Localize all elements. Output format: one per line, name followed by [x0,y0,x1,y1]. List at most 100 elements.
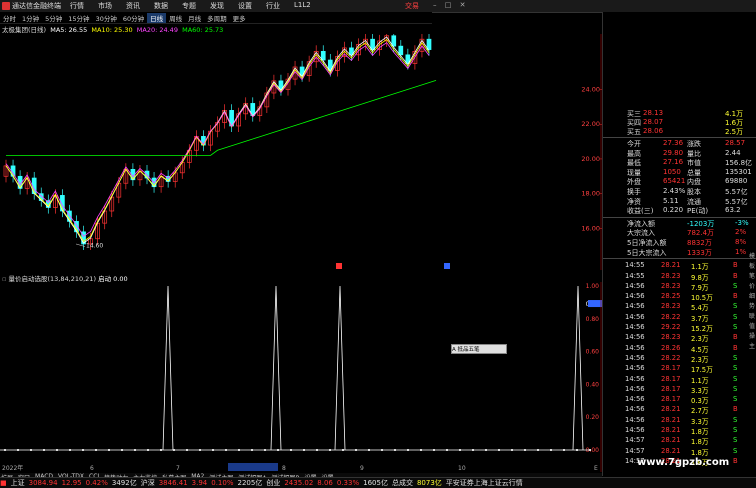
menu-item-7[interactable]: 行业 [266,1,280,11]
period-tab-6[interactable]: 日线 [147,12,167,23]
tick-time: 14:56 [625,333,645,342]
sidebar-tab-3[interactable]: 细 [749,292,756,302]
candlestick-chart[interactable]: 24.00 22.00 20.00 18.00 16.00 14.60 [0,34,602,270]
period-tab-9[interactable]: 多周期 [204,13,230,23]
quote-row: 今开 27.36 涨跌 28.57 [603,139,756,148]
tick-time: 14:56 [625,281,645,290]
quote-value: 156.8亿 [725,159,753,168]
sidebar-tab-2[interactable]: 价 [749,282,756,292]
sidebar-tab-8[interactable]: 主 [749,342,756,352]
menu-item-3[interactable]: 数据 [154,1,168,11]
tick-row: 14:57 28.21 1.8万 S [625,436,755,446]
indicator-dot [498,449,500,451]
tick-row: 14:56 28.17 17.5万 S [625,364,755,374]
period-tab-8[interactable]: 月线 [185,13,204,23]
tick-volume: 15.2万 [691,325,713,333]
event-marker-icon[interactable] [336,263,342,269]
trade-button[interactable]: 交易 [405,1,419,11]
sidebar-tab-6[interactable]: 值 [749,322,756,332]
bid-price: 28.13 [643,109,664,117]
tick-direction: S [733,353,738,362]
tick-price: 28.26 [661,343,681,352]
period-tab-0[interactable]: 分时 [0,13,19,23]
tick-direction: B [733,271,738,280]
sidebar-tab-0[interactable]: 模板 [749,252,756,272]
menu-item-1[interactable]: 市场 [98,1,112,11]
indicator-dot [290,449,292,451]
indicator-dot [212,449,214,451]
quote-label: 换手 [627,188,641,196]
bid-row[interactable]: 买四 28.07 1.6万 [603,118,756,127]
tick-price: 28.17 [661,395,681,404]
period-tab-1[interactable]: 1分钟 [19,13,42,23]
tick-direction: S [733,302,738,311]
quote-label: 外盘 [627,178,641,187]
menu-item-0[interactable]: 行情 [70,1,84,11]
bid-row[interactable]: 买五 28.06 2.5万 [603,127,756,136]
tick-row: 14:56 29.22 15.2万 S [625,323,755,333]
indicator-dot [329,449,331,451]
indicator-chart[interactable]: 1.000.890.800.600.400.200.002022年672022/… [0,282,602,472]
price-axis-label: 16.00 [581,224,600,232]
indicator-dot [303,449,305,451]
bid-row[interactable]: 买三 28.13 4.1万 [603,109,756,118]
period-tab-2[interactable]: 5分钟 [42,13,65,23]
stock-name: 太极集团(日线) [2,26,47,34]
tick-price: 28.23 [661,302,681,311]
tick-direction: B [733,456,738,465]
indicator-axis-label: 0.60 [586,349,600,356]
period-tab-3[interactable]: 15分钟 [65,13,92,23]
tick-time: 14:55 [625,261,645,270]
indicator-dot [394,449,396,451]
indicator-dot [173,449,175,451]
indicator-dot [95,449,97,451]
cy-index-percent: 0.33% [336,479,360,487]
window-controls[interactable]: – □ ✕ [433,1,468,9]
indicator-dot [459,449,461,451]
sidebar-tab-1[interactable]: 笔 [749,272,756,282]
tick-volume: 9.8万 [691,273,709,282]
tick-volume: 1.8万 [691,428,709,436]
menu-item-4[interactable]: 专题 [182,1,196,11]
tick-row: 14:56 28.21 2.7万 B [625,405,755,415]
menu-item-6[interactable]: 设置 [238,1,252,11]
event-marker-icon[interactable] [444,263,450,269]
tick-time: 14:56 [625,415,645,424]
menu-item-2[interactable]: 资讯 [126,1,140,11]
indicator-dot [511,449,513,451]
period-tab-10[interactable]: 更多 [230,13,249,23]
tick-price: 28.21 [661,426,681,434]
indicator-dot [134,449,136,451]
sz-index-change: 3.94 [191,479,208,487]
tick-price: 28.22 [661,312,681,321]
quote-row: 外盘 65421 内盘 69880 [603,177,756,186]
flow-value: 8832万 [687,239,712,247]
indicator-spike [334,285,346,451]
quote-value: 2.43% [663,187,686,195]
indicator-dot [355,449,357,451]
date-axis-end: E [594,465,598,472]
float-toolbox-button[interactable]: A 抵品五笔 [451,344,507,354]
period-tab-5[interactable]: 60分钟 [120,13,147,23]
quote-value: 5.57亿 [725,197,748,206]
sh-index-value: 3084.94 [28,479,58,487]
tick-time: 14:56 [625,405,645,414]
flow-label: 5日大宗流入 [627,248,667,257]
quote-value: 0.220 [663,206,684,215]
indicator-dot [238,449,240,451]
tick-price: 28.22 [661,353,681,362]
panel-divider [603,216,756,218]
tick-price: 28.21 [661,436,681,445]
period-tab-7[interactable]: 周线 [166,13,185,23]
sidebar-tab-4[interactable]: 势 [749,302,756,312]
period-tab-4[interactable]: 30分钟 [93,13,120,23]
date-cursor-badge [228,463,278,471]
flow-label: 净流入额 [627,219,655,228]
menu-item-8[interactable]: L1L2 [294,1,311,11]
indicator-axis-label: 0.80 [586,316,600,323]
sidebar-tab-5[interactable]: 联 [749,312,756,322]
tick-row: 14:56 28.21 1.8万 S [625,426,755,436]
sidebar-tab-7[interactable]: 操 [749,332,756,342]
indicator-spike [572,285,584,451]
menu-item-5[interactable]: 发现 [210,1,224,11]
